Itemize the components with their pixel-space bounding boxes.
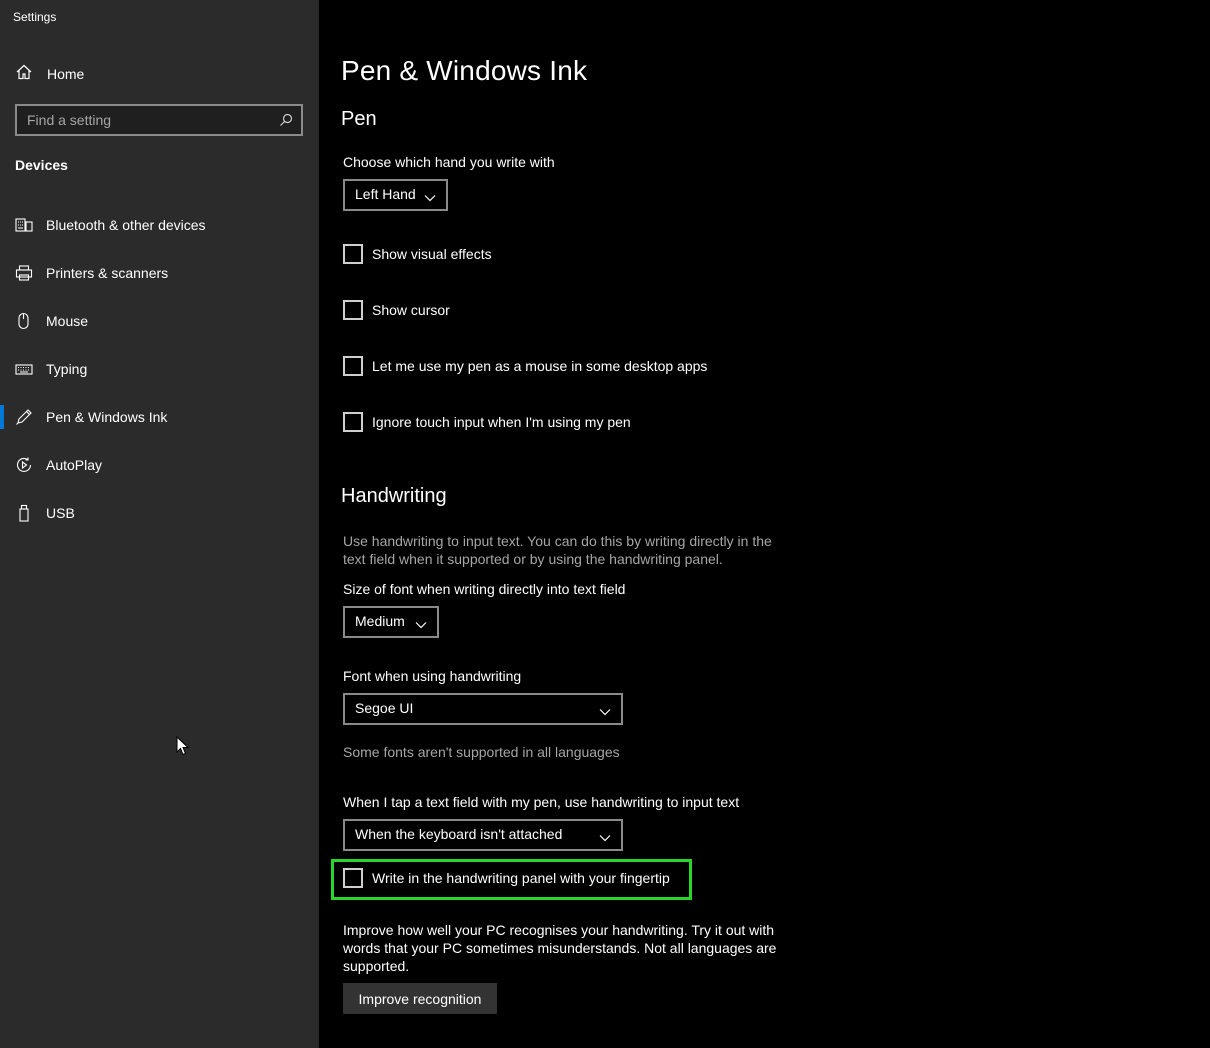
checkbox-label: Show visual effects — [372, 246, 492, 262]
home-label: Home — [47, 66, 85, 82]
usb-icon — [15, 504, 33, 522]
page-title: Pen & Windows Ink — [341, 55, 588, 86]
checkbox-label: Write in the handwriting panel with your… — [372, 870, 670, 886]
printer-icon — [15, 264, 33, 282]
show-cursor-checkbox[interactable]: Show cursor — [343, 300, 450, 320]
home-icon — [15, 63, 33, 86]
ignore-touch-checkbox[interactable]: Ignore touch input when I'm using my pen — [343, 412, 631, 432]
sidebar-item-label: Pen & Windows Ink — [46, 409, 168, 425]
app-title: Settings — [13, 10, 57, 24]
sidebar-item-label: Typing — [46, 361, 88, 377]
sidebar-item-label: USB — [46, 505, 75, 521]
sidebar-item-label: Bluetooth & other devices — [46, 217, 206, 233]
checkbox-box[interactable] — [343, 868, 363, 888]
checkbox-box[interactable] — [343, 300, 363, 320]
tap-field-dropdown-value: When the keyboard isn't attached — [355, 826, 563, 842]
font-size-label: Size of font when writing directly into … — [343, 581, 626, 597]
checkbox-label: Ignore touch input when I'm using my pen — [372, 414, 631, 430]
sidebar-item-label: Printers & scanners — [46, 265, 169, 281]
tap-field-label: When I tap a text field with my pen, use… — [343, 794, 740, 810]
checkbox-box[interactable] — [343, 244, 363, 264]
sidebar-item-typing[interactable]: Typing — [0, 345, 319, 393]
pen-as-mouse-checkbox[interactable]: Let me use my pen as a mouse in some des… — [343, 356, 707, 376]
checkbox-label: Let me use my pen as a mouse in some des… — [372, 358, 708, 374]
sidebar-item-label: Mouse — [46, 313, 89, 329]
sidebar-item-mouse[interactable]: Mouse — [0, 297, 319, 345]
chevron-down-icon — [415, 616, 427, 632]
font-note: Some fonts aren't supported in all langu… — [343, 744, 620, 760]
fingertip-checkbox[interactable]: Write in the handwriting panel with your… — [343, 868, 670, 888]
handwriting-section-heading: Handwriting — [341, 485, 447, 507]
checkbox-box[interactable] — [343, 412, 363, 432]
bluetooth-devices-icon — [15, 216, 33, 234]
search-input[interactable] — [17, 106, 277, 134]
search-icon[interactable] — [279, 113, 293, 132]
checkbox-label: Show cursor — [372, 302, 450, 318]
sidebar-item-autoplay[interactable]: AutoPlay — [0, 441, 319, 489]
show-visual-effects-checkbox[interactable]: Show visual effects — [343, 244, 492, 264]
hand-dropdown[interactable]: Left Hand — [343, 179, 448, 211]
chevron-down-icon — [599, 829, 611, 845]
chevron-down-icon — [599, 703, 611, 719]
font-dropdown-value: Segoe UI — [355, 700, 414, 716]
tap-field-dropdown[interactable]: When the keyboard isn't attached — [343, 819, 623, 851]
sidebar-item-printers[interactable]: Printers & scanners — [0, 249, 319, 297]
handwriting-description: Use handwriting to input text. You can d… — [343, 533, 772, 567]
pen-section-heading: Pen — [341, 108, 377, 130]
search-box[interactable] — [15, 104, 303, 136]
autoplay-icon — [15, 456, 33, 474]
improve-recognition-button[interactable]: Improve recognition — [343, 983, 497, 1014]
keyboard-icon — [15, 360, 33, 378]
font-size-dropdown-value: Medium — [355, 613, 405, 629]
sidebar-item-bluetooth[interactable]: Bluetooth & other devices — [0, 201, 319, 249]
sidebar-nav: Bluetooth & other devices Printers & sca… — [0, 201, 319, 537]
hand-label: Choose which hand you write with — [343, 154, 555, 170]
hand-dropdown-value: Left Hand — [355, 186, 416, 202]
home-nav-item[interactable]: Home — [15, 63, 84, 85]
section-heading: Devices — [15, 157, 68, 173]
mouse-icon — [15, 312, 33, 330]
checkbox-box[interactable] — [343, 356, 363, 376]
pen-icon — [15, 408, 33, 426]
font-size-dropdown[interactable]: Medium — [343, 606, 439, 638]
font-label: Font when using handwriting — [343, 668, 522, 684]
font-dropdown[interactable]: Segoe UI — [343, 693, 623, 725]
improve-description: Improve how well your PC recognises your… — [343, 922, 777, 974]
mouse-pointer-icon — [176, 735, 190, 761]
sidebar-item-pen-windows-ink[interactable]: Pen & Windows Ink — [0, 393, 319, 441]
sidebar-item-label: AutoPlay — [46, 457, 103, 473]
chevron-down-icon — [424, 189, 436, 205]
sidebar-item-usb[interactable]: USB — [0, 489, 319, 537]
sidebar: Settings Home Devices Bluetooth & other — [0, 0, 319, 1048]
content-pane: Pen & Windows Ink Pen Choose which hand … — [319, 0, 1210, 1048]
